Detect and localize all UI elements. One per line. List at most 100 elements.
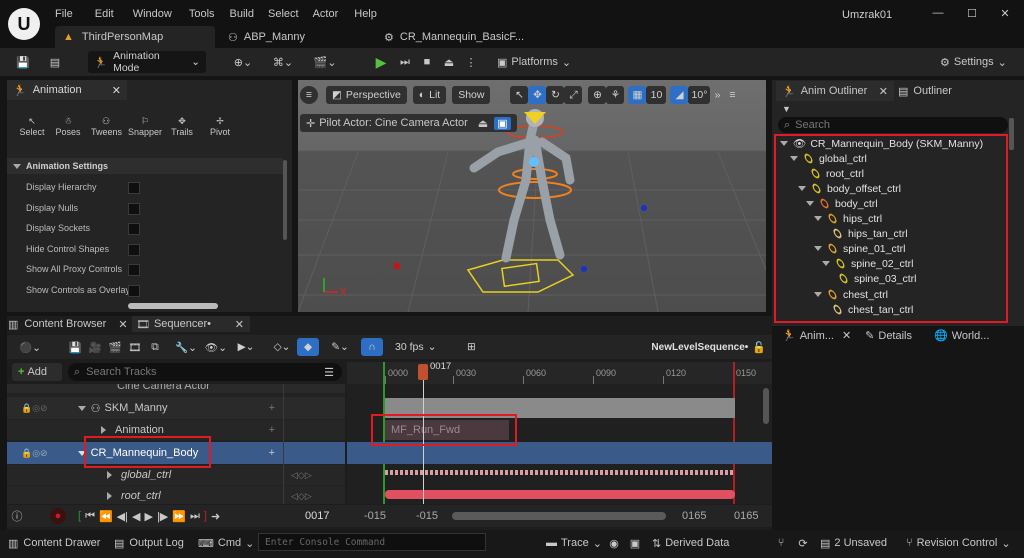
save-icon[interactable]: 💾 — [14, 53, 32, 71]
outliner-scrollbar[interactable] — [1009, 118, 1014, 150]
display-hierarchy-checkbox[interactable] — [128, 182, 140, 194]
edit-icon[interactable]: ⧉ — [145, 338, 165, 356]
tab-abp-manny[interactable]: ⚇ ABP_Manny — [220, 26, 370, 48]
camera-icon[interactable]: ▣ — [494, 116, 511, 130]
details-tab[interactable]: ✎ Details — [865, 329, 912, 342]
revision-control-button[interactable]: ⑂ Revision Control ⌄ — [906, 535, 1011, 551]
key-controls[interactable]: ◁◇▷ — [291, 470, 312, 481]
auto-key-icon[interactable]: ◆ — [297, 338, 319, 356]
save-icon[interactable]: 💾 — [65, 338, 85, 356]
mode-selector[interactable]: 🏃 Animation Mode ⌄ — [88, 50, 206, 74]
snap-magnet-icon[interactable]: ∩ — [361, 338, 383, 356]
add-track-button[interactable]: + Add — [12, 363, 62, 381]
key-icon[interactable]: ◇⌄ — [267, 338, 297, 356]
settings-button[interactable]: ⚙ Settings ⌄ — [940, 54, 1007, 70]
menu-window[interactable]: Window — [133, 8, 172, 20]
blueprint-icon[interactable]: ⌘⌄ — [270, 53, 296, 71]
select-mode-icon[interactable]: ↖ — [510, 86, 529, 104]
tab-thirdpersonmap[interactable]: ▲ ThirdPersonMap — [55, 26, 215, 48]
sync-icon[interactable]: ⟳ — [796, 535, 810, 551]
lock-icon[interactable]: 🔒◎⊘ — [21, 448, 48, 459]
content-browser-tab[interactable]: ▥ Content Browser ✕ — [8, 316, 128, 332]
sequencer-options-icon[interactable]: ⚫⌄ — [15, 338, 45, 356]
outliner-tab[interactable]: ▤ Outliner — [898, 81, 952, 101]
add-icon[interactable]: + — [269, 402, 275, 414]
next-frame-icon[interactable]: |▶ — [157, 510, 168, 523]
playhead-handle[interactable] — [418, 364, 428, 380]
track-search[interactable]: ⌕ Search Tracks ☰ — [68, 363, 342, 381]
unsaved-button[interactable]: ▤ 2 Unsaved — [820, 535, 887, 551]
tool-tweens[interactable]: ⚇ Tweens — [91, 116, 122, 137]
anim-tab[interactable]: 🏃 Anim... — [782, 329, 834, 342]
filter-arrow-icon[interactable]: ▼ — [782, 104, 791, 114]
console-input[interactable]: Enter Console Command — [258, 533, 486, 551]
display-nulls-checkbox[interactable] — [128, 203, 140, 215]
hide-control-shapes-checkbox[interactable] — [128, 244, 140, 256]
angle-size[interactable]: 10° — [688, 86, 711, 104]
menu-help[interactable]: Help — [354, 8, 377, 20]
jump-start-icon[interactable]: ⏮ — [85, 510, 95, 523]
add-icon[interactable]: + — [269, 424, 275, 436]
menu-file[interactable]: File — [55, 8, 73, 20]
loop-icon[interactable]: ➜ — [211, 510, 220, 523]
close-tab-icon[interactable]: ✕ — [112, 84, 121, 97]
close-tab-icon[interactable]: ✕ — [879, 85, 888, 98]
display-sockets-checkbox[interactable] — [128, 223, 140, 235]
grid-size[interactable]: 10 — [646, 86, 667, 104]
tool-trails[interactable]: ✥ Trails — [169, 116, 195, 137]
grid-snap-icon[interactable]: ▦ — [628, 86, 647, 104]
platforms-button[interactable]: ▣ Platforms ⌄ — [497, 54, 571, 70]
viewport-menu-icon[interactable]: ≡ — [724, 86, 740, 104]
close-tab-icon[interactable]: ✕ — [235, 318, 244, 331]
show-proxy-controls-checkbox[interactable] — [128, 264, 140, 276]
menu-actor[interactable]: Actor — [313, 8, 339, 20]
camera-add-icon[interactable]: 🎥 — [85, 338, 105, 356]
sequencer-tab[interactable]: 🎞 Sequencer• ✕ — [132, 316, 250, 332]
play-icon[interactable]: ▶ — [144, 510, 152, 523]
show-button[interactable]: Show — [452, 86, 491, 104]
perspective-button[interactable]: ◩ Perspective — [326, 86, 407, 104]
play-icon[interactable]: ▶ — [372, 53, 390, 71]
tab-cr-mannequin[interactable]: ⚙ CR_Mannequin_BasicF... — [378, 26, 538, 48]
world-tab[interactable]: 🌐 World... — [934, 329, 989, 342]
tool-poses[interactable]: ☃ Poses — [55, 116, 81, 137]
angle-snap-icon[interactable]: ◢ — [670, 86, 689, 104]
playback-icon[interactable]: ▶⌄ — [231, 338, 261, 356]
rotate-icon[interactable]: ↻ — [546, 86, 565, 104]
eye-icon[interactable]: 👁⌄ — [201, 338, 231, 356]
derived-data-button[interactable]: ⇅ Derived Data — [652, 535, 729, 551]
record-trace-icon[interactable]: ◉ — [607, 535, 621, 551]
lock-icon[interactable]: 🔓 — [752, 341, 766, 354]
surface-snap-icon[interactable]: ⚘ — [606, 86, 625, 104]
brush-icon[interactable]: ✎⌄ — [325, 338, 355, 356]
source-control-icon[interactable]: ⑂ — [774, 535, 788, 551]
eject-icon[interactable]: ⏏ — [478, 117, 488, 130]
prev-key-icon[interactable]: ⏪ — [99, 510, 113, 523]
add-icon[interactable]: + — [269, 447, 275, 459]
working-range-end[interactable]: 0165 — [682, 510, 706, 522]
set-start-icon[interactable]: [ — [78, 510, 81, 522]
trace-button[interactable]: ▬ Trace ⌄ — [546, 535, 602, 551]
render-icon[interactable]: 🎬 — [105, 338, 125, 356]
menu-edit[interactable]: Edit — [95, 8, 114, 20]
minimize-icon[interactable]: — — [928, 5, 948, 21]
slider-handle[interactable] — [128, 303, 218, 309]
tool-snapper[interactable]: ⚐ Snapper — [127, 116, 163, 137]
info-icon[interactable]: ⓘ — [10, 509, 24, 523]
options-icon[interactable]: ⋮ — [464, 53, 478, 71]
step-icon[interactable]: ⏭ — [396, 53, 414, 71]
track-row[interactable]: 🔒◎⊘ ⚇ SKM_Manny + — [7, 397, 345, 419]
animation-settings-header[interactable]: Animation Settings — [7, 158, 283, 174]
fps-selector[interactable]: 30 fps ⌄ — [395, 338, 436, 356]
anim-outliner-tab[interactable]: 🏃 Anim Outliner ✕ — [776, 81, 894, 101]
time-ruler[interactable]: 0000 0030 0060 0090 0120 0150 — [347, 362, 772, 384]
next-key-icon[interactable]: ⏩ — [172, 510, 186, 523]
close-tab-icon[interactable]: ✕ — [842, 329, 851, 342]
viewport-menu-icon[interactable]: ≡ — [300, 86, 318, 104]
translate-icon[interactable]: ✥ — [528, 86, 547, 104]
controls-overlay-checkbox[interactable] — [128, 285, 140, 297]
current-frame[interactable]: 0017 — [305, 510, 329, 522]
close-tab-icon[interactable]: ✕ — [118, 318, 127, 331]
cmd-selector[interactable]: ⌨ Cmd ⌄ — [198, 535, 254, 551]
track-row[interactable]: Cine Camera Actor — [7, 384, 345, 393]
